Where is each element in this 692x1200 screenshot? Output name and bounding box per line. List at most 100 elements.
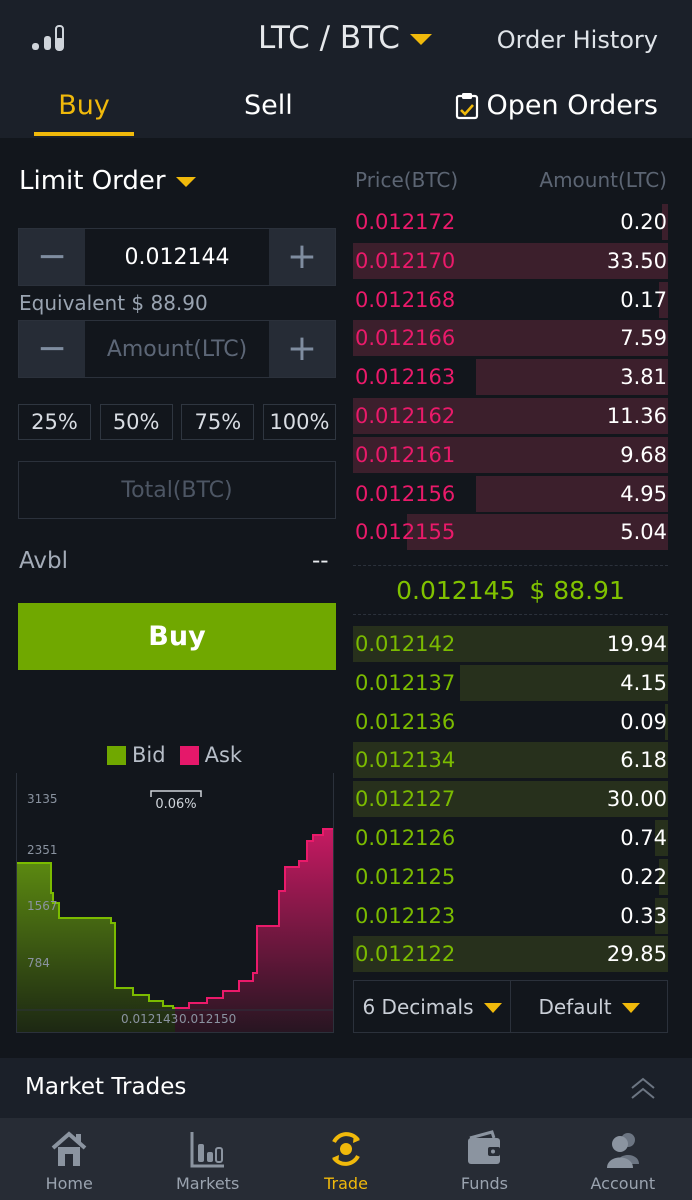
nav-trade-label: Trade — [324, 1174, 368, 1193]
market-trades-bar[interactable]: Market Trades — [0, 1058, 692, 1118]
bid-amount: 19.94 — [606, 632, 667, 656]
ask-row[interactable]: 0.012162 11.36 — [353, 398, 668, 434]
x-tick-left: 0.012143 — [121, 1012, 178, 1026]
nav-account-label: Account — [590, 1174, 656, 1193]
decimals-selector[interactable]: 6 Decimals — [354, 981, 510, 1032]
ask-amount: 3.81 — [620, 365, 667, 390]
spread-label: 0.06% — [155, 797, 196, 812]
ask-price: 0.012155 — [355, 520, 456, 545]
percent-25-button[interactable]: 25% — [18, 404, 91, 440]
amount-increment-button[interactable]: + — [269, 321, 335, 377]
amount-decrement-button[interactable]: − — [19, 321, 85, 377]
ask-amount: 9.68 — [620, 442, 667, 467]
percent-100-button[interactable]: 100% — [262, 404, 336, 440]
nav-account[interactable]: Account — [554, 1118, 692, 1200]
bid-price: 0.012142 — [355, 632, 456, 656]
trade-panel: Limit Order − 0.012144 + Equivalent $ 88… — [0, 138, 692, 1058]
ask-row[interactable]: 0.012156 4.95 — [353, 475, 668, 512]
order-type-selector[interactable]: Limit Order — [19, 166, 196, 196]
decimals-label: 6 Decimals — [362, 994, 474, 1019]
ask-row[interactable]: 0.012172 0.20 — [353, 204, 668, 240]
bid-price: 0.012126 — [355, 826, 456, 850]
tab-active-indicator — [34, 132, 134, 136]
legend-bid-label: Bid — [132, 743, 166, 767]
view-selector[interactable]: Default — [510, 981, 667, 1032]
account-icon — [606, 1133, 639, 1168]
ask-amount: 11.36 — [606, 404, 667, 428]
caret-down-icon — [621, 1002, 640, 1013]
bid-row[interactable]: 0.012137 4.15 — [353, 664, 668, 701]
ask-price: 0.012161 — [355, 442, 456, 467]
ob-header-amount: Amount(LTC) — [539, 168, 667, 192]
bid-row[interactable]: 0.012123 0.33 — [353, 897, 668, 934]
ask-amount: 0.20 — [620, 210, 667, 234]
bottom-nav: Home Markets Trade Funds Account — [0, 1118, 692, 1200]
total-input[interactable]: Total(BTC) — [18, 461, 336, 519]
ask-row[interactable]: 0.012168 0.17 — [353, 281, 668, 318]
price-stepper: − 0.012144 + — [18, 228, 336, 286]
bid-amount: 4.15 — [620, 670, 667, 695]
nav-home[interactable]: Home — [0, 1118, 138, 1200]
bid-price: 0.012123 — [355, 903, 456, 928]
wallet-icon — [468, 1130, 501, 1164]
ask-price: 0.012170 — [355, 248, 456, 273]
depth-chart-svg: 3135 2351 1567 784 0.06% 0.012143 0.0121… — [17, 790, 333, 1032]
depth-chart[interactable]: 3135 2351 1567 784 0.06% 0.012143 0.0121… — [16, 773, 334, 1033]
nav-funds-label: Funds — [460, 1174, 508, 1193]
last-price[interactable]: 0.012145 $ 88.91 — [353, 565, 668, 615]
markets-icon — [190, 1132, 224, 1168]
ask-row[interactable]: 0.012155 5.04 — [353, 514, 668, 551]
y-tick-2351: 2351 — [27, 843, 58, 857]
nav-markets-label: Markets — [175, 1174, 240, 1193]
ask-depth-area — [175, 829, 333, 1032]
amount-input[interactable]: Amount(LTC) — [85, 321, 269, 377]
double-chevron-up-icon[interactable] — [628, 1074, 658, 1102]
ask-row[interactable]: 0.012161 9.68 — [353, 436, 668, 473]
order-book-controls: 6 Decimals Default — [353, 980, 668, 1033]
percent-50-button[interactable]: 50% — [99, 404, 173, 440]
bid-row[interactable]: 0.012126 0.74 — [353, 820, 668, 856]
bid-price: 0.012122 — [355, 942, 456, 967]
bid-amount: 0.33 — [620, 903, 667, 928]
ask-price: 0.012166 — [355, 326, 456, 351]
y-tick-1567: 1567 — [27, 899, 58, 913]
ask-row[interactable]: 0.012166 7.59 — [353, 320, 668, 357]
depth-chart-icon[interactable] — [30, 24, 70, 58]
order-history-link[interactable]: Order History — [497, 26, 658, 54]
bid-row[interactable]: 0.012122 29.85 — [353, 936, 668, 973]
nav-funds[interactable]: Funds — [415, 1118, 553, 1200]
top-bar: LTC / BTC Order History — [0, 0, 692, 82]
tab-sell[interactable]: Sell — [244, 90, 293, 121]
tab-buy[interactable]: Buy — [34, 90, 134, 121]
bid-amount: 0.22 — [620, 864, 667, 889]
clipboard-icon — [455, 92, 478, 119]
price-input[interactable]: 0.012144 — [85, 229, 269, 285]
ask-amount: 33.50 — [606, 248, 667, 273]
ask-swatch — [179, 745, 199, 765]
ask-amount: 4.95 — [620, 481, 667, 506]
pair-selector[interactable]: LTC / BTC — [258, 20, 432, 56]
bid-row[interactable]: 0.012125 0.22 — [353, 858, 668, 895]
bid-row[interactable]: 0.012127 30.00 — [353, 781, 668, 818]
nav-markets[interactable]: Markets — [138, 1118, 276, 1200]
tab-open-orders[interactable]: Open Orders — [455, 90, 658, 121]
ask-amount: 0.17 — [620, 287, 667, 312]
nav-trade[interactable]: Trade — [277, 1118, 415, 1200]
bid-price: 0.012134 — [355, 748, 456, 773]
available-label: Avbl — [19, 548, 68, 574]
price-decrement-button[interactable]: − — [19, 229, 85, 285]
caret-down-icon — [483, 1002, 502, 1013]
ask-row[interactable]: 0.012163 3.81 — [353, 359, 668, 396]
bid-row[interactable]: 0.012136 0.09 — [353, 703, 668, 740]
buy-button[interactable]: Buy — [18, 603, 336, 670]
caret-down-icon — [409, 33, 432, 45]
price-increment-button[interactable]: + — [269, 229, 335, 285]
bid-amount: 0.74 — [620, 826, 667, 850]
bid-row[interactable]: 0.012142 19.94 — [353, 626, 668, 662]
bid-row[interactable]: 0.012134 6.18 — [353, 742, 668, 779]
legend-ask-label: Ask — [204, 743, 243, 767]
amount-stepper: − Amount(LTC) + — [18, 320, 336, 378]
bid-amount: 29.85 — [606, 942, 667, 967]
percent-75-button[interactable]: 75% — [181, 404, 255, 440]
ask-row[interactable]: 0.012170 33.50 — [353, 242, 668, 279]
